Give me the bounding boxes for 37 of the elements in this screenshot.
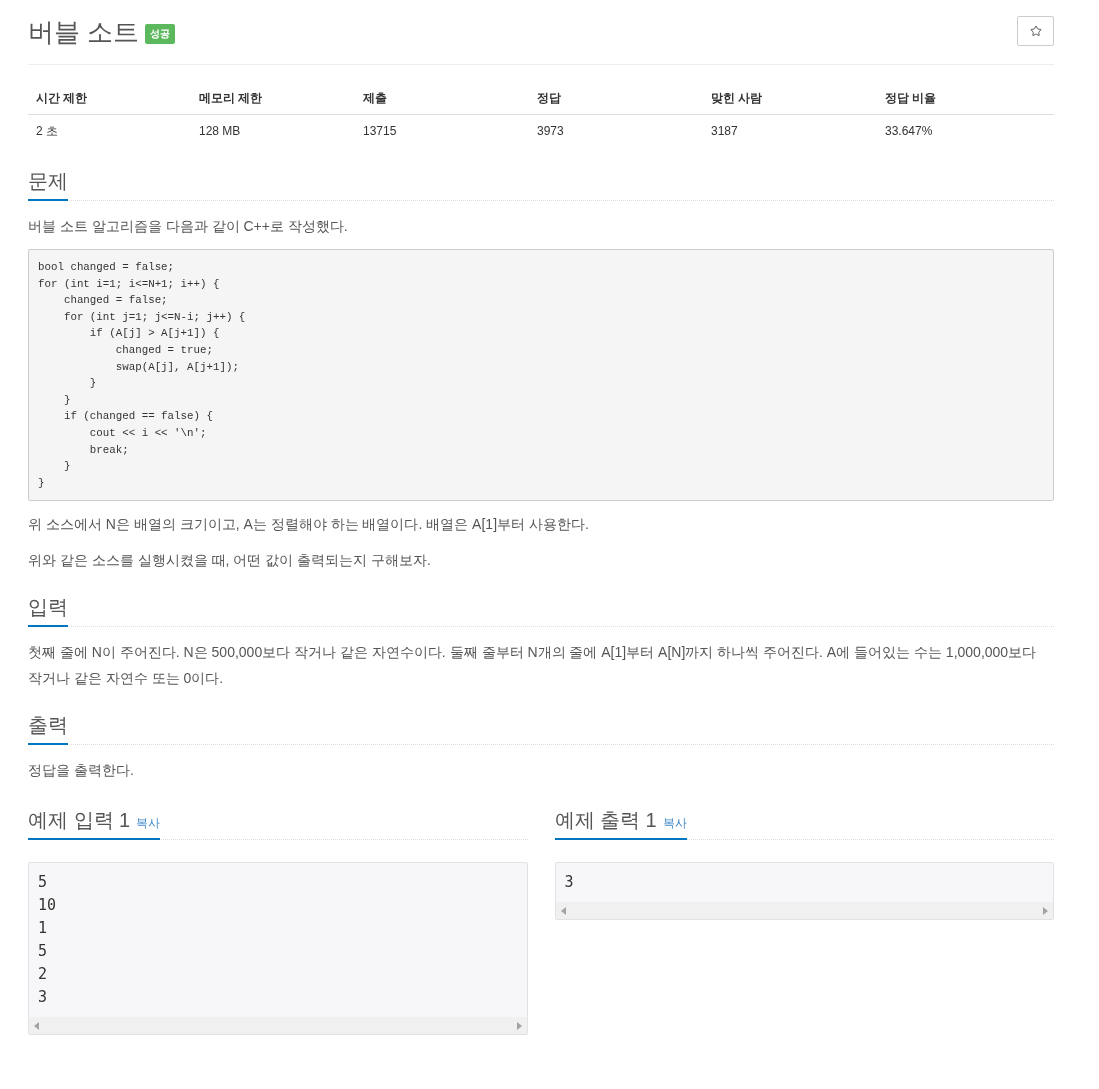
- paragraph: 위와 같은 소스를 실행시켰을 때, 어떤 값이 출력되는지 구해보자.: [28, 551, 432, 571]
- sample-text: 3: [563, 872, 575, 894]
- table-header-cell-text: 시간 제한: [35, 90, 89, 107]
- section-heading: 출력: [28, 713, 68, 746]
- table-cell-text: 128 MB: [198, 123, 242, 140]
- star-button[interactable]: [1017, 16, 1054, 46]
- sample-text: 5 10 1 5 2 3: [37, 872, 58, 1009]
- table-header-cell-text: 메모리 제한: [198, 90, 264, 107]
- section-heading: 입력: [28, 595, 68, 628]
- table-header-cell-text: 정답 비율: [884, 90, 938, 107]
- paragraph: 위 소스에서 N은 배열의 크기이고, A는 정렬해야 하는 배열이다. 배열은 A[1]부터 사용한다.: [28, 515, 590, 535]
- horizontal-scrollbar[interactable]: [555, 902, 1053, 920]
- sample-title: 예제 출력 1: [554, 808, 657, 833]
- table-cell-text: 13715: [362, 123, 398, 140]
- section-heading: 문제: [28, 169, 68, 201]
- paragraph: 버블 소트 알고리즘을 다음과 같이 C++로 작성했다.: [28, 217, 349, 236]
- table-cell-text: 2 초: [35, 123, 59, 140]
- problem-title: 버블 소트: [28, 16, 140, 48]
- copy-link[interactable]: 복사: [662, 814, 687, 833]
- table-header-cell-text: 정답: [536, 90, 562, 107]
- paragraph: 첫째 줄에 N이 주어진다. N은 500,000보다 작거나 같은 자연수이다. 둘째 줄부터 N개의 줄에 A[1]부터 A[N]까지 하나씩 주어진다. A에 들어있는 수는 1,000,000보다 작거나 같은 자연수 또는 0이다.: [28, 643, 1038, 689]
- scroll-left-arrow-icon[interactable]: [34, 1021, 39, 1030]
- status-badge: 성공: [145, 24, 176, 44]
- sample-title: 예제 입력 1: [28, 808, 131, 833]
- paragraph: 정답을 출력한다.: [28, 761, 135, 781]
- table-cell-text: 3973: [536, 123, 565, 140]
- table-cell-text: 3187: [710, 123, 739, 140]
- scroll-right-arrow-icon[interactable]: [1043, 906, 1048, 915]
- copy-link[interactable]: 복사: [136, 814, 161, 833]
- table-header-cell-text: 제출: [362, 90, 388, 107]
- table-cell-text: 33.647%: [884, 123, 934, 140]
- scroll-left-arrow-icon[interactable]: [560, 906, 566, 915]
- scroll-right-arrow-icon[interactable]: [516, 1021, 522, 1030]
- star-icon: [1029, 25, 1042, 37]
- table-header-cell-text: 맞힌 사람: [710, 90, 764, 107]
- horizontal-scrollbar[interactable]: [29, 1017, 527, 1035]
- code-block: bool changed = false; for (int i=1; i<=N+1; i++) { changed = false; for (int j=1; j<=N-i; j++) { if (A[j] > A[j+1]) { changed = true; swap(A[j], A[j+1]); } } if (changed == false) { cout << i << '\n'; break; } }: [28, 249, 1054, 502]
